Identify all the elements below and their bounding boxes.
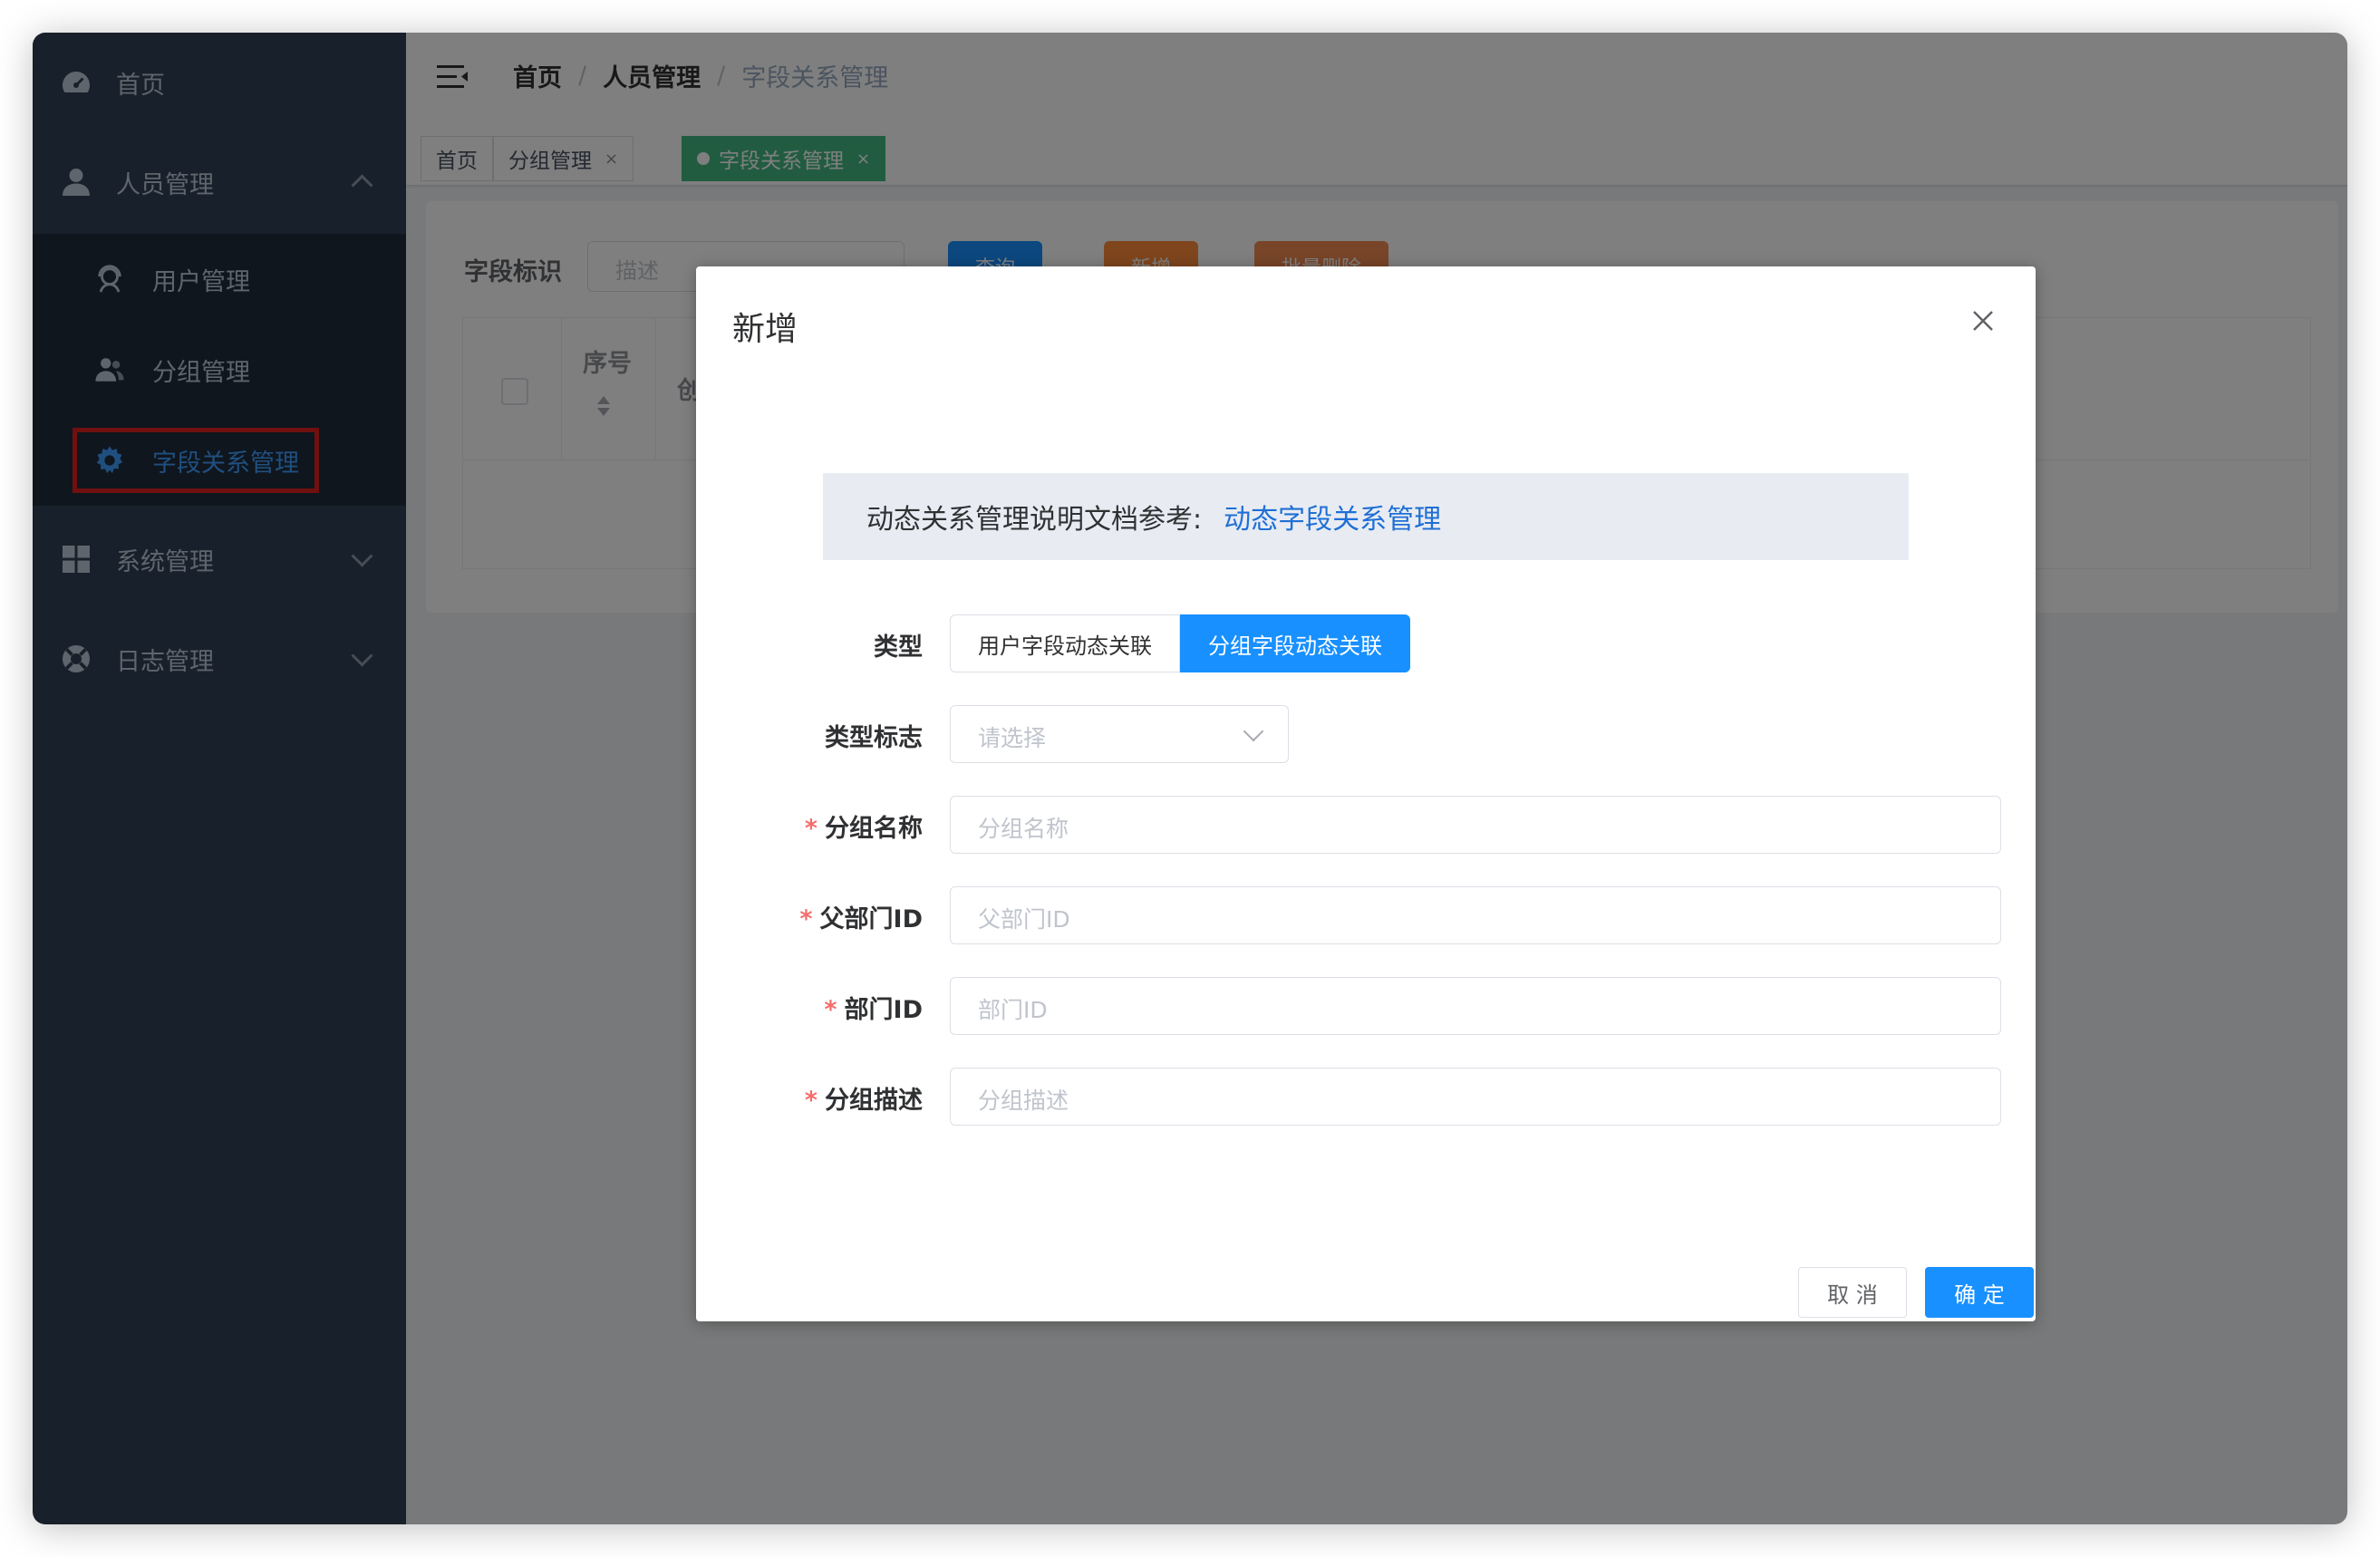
parent-dept-id-input[interactable]: 父部门ID — [950, 886, 2001, 944]
group-description-label: * 分组描述 — [805, 1080, 923, 1116]
docs-link[interactable]: 动态字段关系管理 — [1224, 497, 1441, 537]
parent-dept-id-label-text: 父部门ID — [819, 905, 923, 933]
required-marker: * — [799, 905, 813, 933]
type-flag-select[interactable]: 请选择 — [950, 705, 1289, 763]
group-name-label: * 分组名称 — [805, 808, 923, 844]
required-marker: * — [824, 996, 837, 1024]
select-placeholder: 请选择 — [978, 725, 1047, 751]
info-notice: 动态关系管理说明文档参考: 动态字段关系管理 — [823, 473, 1909, 560]
type-flag-label: 类型标志 — [825, 718, 923, 753]
group-description-input[interactable]: 分组描述 — [950, 1068, 2001, 1126]
dept-id-label: * 部门ID — [824, 990, 923, 1025]
group-description-label-text: 分组描述 — [825, 1087, 923, 1115]
dept-id-input[interactable]: 部门ID — [950, 977, 2001, 1035]
required-marker: * — [804, 815, 818, 843]
confirm-button-label: 确 定 — [1954, 1281, 2005, 1308]
info-text: 动态关系管理说明文档参考: — [866, 504, 1203, 536]
close-icon[interactable] — [1970, 308, 1996, 334]
add-dialog: 新增 动态关系管理说明文档参考: 动态字段关系管理 类型 用户字段动态关联 分组… — [696, 266, 2036, 1321]
parent-dept-id-label: * 父部门ID — [799, 899, 923, 934]
cancel-button-label: 取 消 — [1827, 1281, 1878, 1308]
confirm-button[interactable]: 确 定 — [1925, 1267, 2034, 1318]
chevron-down-icon — [1243, 720, 1264, 742]
type-option-label: 用户字段动态关联 — [978, 633, 1152, 659]
dialog-title: 新增 — [732, 311, 798, 348]
type-option-group[interactable]: 分组字段动态关联 — [1180, 614, 1410, 672]
type-option-label: 分组字段动态关联 — [1208, 633, 1382, 659]
required-marker: * — [804, 1087, 818, 1115]
type-label: 类型 — [874, 627, 923, 662]
group-name-label-text: 分组名称 — [825, 815, 923, 843]
type-flag-label-text: 类型标志 — [825, 724, 923, 752]
type-radio-group: 用户字段动态关联 分组字段动态关联 — [950, 614, 1410, 672]
group-name-input[interactable]: 分组名称 — [950, 796, 2001, 854]
dept-id-label-text: 部门ID — [844, 996, 923, 1024]
app-window: 首页 人员管理 用户管理 — [33, 33, 2347, 1524]
cancel-button[interactable]: 取 消 — [1798, 1267, 1907, 1318]
type-option-user[interactable]: 用户字段动态关联 — [950, 614, 1180, 672]
type-label-text: 类型 — [874, 633, 923, 662]
